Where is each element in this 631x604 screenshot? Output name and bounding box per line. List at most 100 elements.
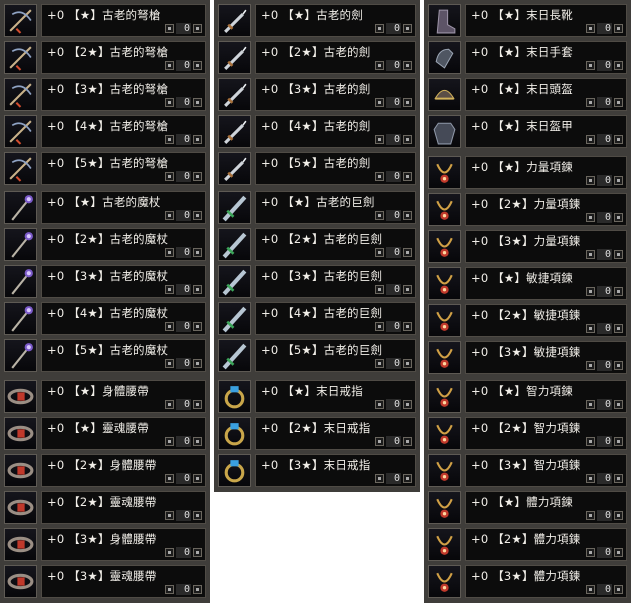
decrement-button[interactable] bbox=[586, 176, 595, 185]
decrement-button[interactable] bbox=[586, 548, 595, 557]
crossbow-icon[interactable] bbox=[4, 4, 37, 37]
armor-icon[interactable] bbox=[428, 115, 461, 148]
quantity-stepper[interactable]: 0 bbox=[375, 473, 412, 484]
increment-button[interactable] bbox=[403, 211, 412, 220]
sword-icon[interactable] bbox=[218, 115, 251, 148]
quantity-stepper[interactable]: 0 bbox=[586, 23, 623, 34]
decrement-button[interactable] bbox=[165, 285, 174, 294]
item-slot[interactable]: +0 【★】智力項鍊 0 bbox=[424, 378, 631, 415]
increment-button[interactable] bbox=[193, 437, 202, 446]
decrement-button[interactable] bbox=[586, 61, 595, 70]
decrement-button[interactable] bbox=[586, 511, 595, 520]
item-slot[interactable]: +0 【3★】古老的劍 0 bbox=[214, 76, 420, 113]
ring-icon[interactable] bbox=[218, 380, 251, 413]
decrement-button[interactable] bbox=[586, 437, 595, 446]
decrement-button[interactable] bbox=[375, 359, 384, 368]
increment-button[interactable] bbox=[193, 285, 202, 294]
item-slot[interactable]: +0 【3★】末日戒指 0 bbox=[214, 452, 420, 489]
increment-button[interactable] bbox=[403, 437, 412, 446]
helmet-icon[interactable] bbox=[428, 78, 461, 111]
quantity-stepper[interactable]: 0 bbox=[586, 60, 623, 71]
decrement-button[interactable] bbox=[375, 322, 384, 331]
item-slot[interactable]: +0 【3★】靈魂腰帶 0 bbox=[0, 563, 210, 600]
increment-button[interactable] bbox=[403, 248, 412, 257]
item-slot[interactable]: +0 【★】力量項鍊 0 bbox=[424, 154, 631, 191]
increment-button[interactable] bbox=[403, 474, 412, 483]
necklace-icon[interactable] bbox=[428, 417, 461, 450]
decrement-button[interactable] bbox=[375, 24, 384, 33]
item-slot[interactable]: +0 【2★】體力項鍊 0 bbox=[424, 526, 631, 563]
quantity-stepper[interactable]: 0 bbox=[165, 210, 202, 221]
decrement-button[interactable] bbox=[586, 24, 595, 33]
decrement-button[interactable] bbox=[165, 511, 174, 520]
decrement-button[interactable] bbox=[586, 324, 595, 333]
item-slot[interactable]: +0 【3★】敏捷項鍊 0 bbox=[424, 339, 631, 376]
wand-icon[interactable] bbox=[4, 228, 37, 261]
necklace-icon[interactable] bbox=[428, 491, 461, 524]
necklace-icon[interactable] bbox=[428, 193, 461, 226]
item-slot[interactable]: +0 【3★】力量項鍊 0 bbox=[424, 228, 631, 265]
quantity-stepper[interactable]: 0 bbox=[375, 134, 412, 145]
item-slot[interactable]: +0 【3★】古老的弩槍 0 bbox=[0, 76, 210, 113]
quantity-stepper[interactable]: 0 bbox=[586, 436, 623, 447]
wand-icon[interactable] bbox=[4, 191, 37, 224]
item-slot[interactable]: +0 【★】體力項鍊 0 bbox=[424, 489, 631, 526]
increment-button[interactable] bbox=[614, 361, 623, 370]
item-slot[interactable]: +0 【★】末日盔甲 0 bbox=[424, 113, 631, 150]
quantity-stepper[interactable]: 0 bbox=[586, 249, 623, 260]
quantity-stepper[interactable]: 0 bbox=[165, 436, 202, 447]
belt-icon[interactable] bbox=[4, 491, 37, 524]
decrement-button[interactable] bbox=[375, 437, 384, 446]
increment-button[interactable] bbox=[614, 176, 623, 185]
decrement-button[interactable] bbox=[375, 172, 384, 181]
item-slot[interactable]: +0 【★】古老的弩槍 0 bbox=[0, 2, 210, 39]
decrement-button[interactable] bbox=[375, 61, 384, 70]
item-slot[interactable]: +0 【3★】身體腰帶 0 bbox=[0, 526, 210, 563]
increment-button[interactable] bbox=[193, 98, 202, 107]
decrement-button[interactable] bbox=[165, 585, 174, 594]
item-slot[interactable]: +0 【★】末日戒指 0 bbox=[214, 378, 420, 415]
quantity-stepper[interactable]: 0 bbox=[586, 360, 623, 371]
item-slot[interactable]: +0 【2★】敏捷項鍊 0 bbox=[424, 302, 631, 339]
increment-button[interactable] bbox=[614, 511, 623, 520]
quantity-stepper[interactable]: 0 bbox=[375, 60, 412, 71]
quantity-stepper[interactable]: 0 bbox=[165, 321, 202, 332]
increment-button[interactable] bbox=[193, 211, 202, 220]
decrement-button[interactable] bbox=[586, 287, 595, 296]
wand-icon[interactable] bbox=[4, 302, 37, 335]
increment-button[interactable] bbox=[403, 24, 412, 33]
quantity-stepper[interactable]: 0 bbox=[375, 399, 412, 410]
quantity-stepper[interactable]: 0 bbox=[586, 286, 623, 297]
gloves-icon[interactable] bbox=[428, 41, 461, 74]
necklace-icon[interactable] bbox=[428, 267, 461, 300]
decrement-button[interactable] bbox=[586, 213, 595, 222]
sword-icon[interactable] bbox=[218, 78, 251, 111]
increment-button[interactable] bbox=[403, 285, 412, 294]
quantity-stepper[interactable]: 0 bbox=[375, 284, 412, 295]
increment-button[interactable] bbox=[193, 172, 202, 181]
item-slot[interactable]: +0 【★】古老的魔杖 0 bbox=[0, 189, 210, 226]
quantity-stepper[interactable]: 0 bbox=[165, 399, 202, 410]
item-slot[interactable]: +0 【★】末日手套 0 bbox=[424, 39, 631, 76]
belt-icon[interactable] bbox=[4, 380, 37, 413]
wand-icon[interactable] bbox=[4, 339, 37, 372]
increment-button[interactable] bbox=[193, 322, 202, 331]
decrement-button[interactable] bbox=[375, 248, 384, 257]
ring-icon[interactable] bbox=[218, 454, 251, 487]
quantity-stepper[interactable]: 0 bbox=[165, 247, 202, 258]
increment-button[interactable] bbox=[614, 548, 623, 557]
item-slot[interactable]: +0 【2★】智力項鍊 0 bbox=[424, 415, 631, 452]
item-slot[interactable]: +0 【5★】古老的弩槍 0 bbox=[0, 150, 210, 187]
item-slot[interactable]: +0 【4★】古老的巨劍 0 bbox=[214, 300, 420, 337]
decrement-button[interactable] bbox=[165, 98, 174, 107]
decrement-button[interactable] bbox=[375, 474, 384, 483]
increment-button[interactable] bbox=[614, 213, 623, 222]
increment-button[interactable] bbox=[193, 585, 202, 594]
decrement-button[interactable] bbox=[165, 172, 174, 181]
increment-button[interactable] bbox=[193, 511, 202, 520]
quantity-stepper[interactable]: 0 bbox=[586, 97, 623, 108]
item-slot[interactable]: +0 【5★】古老的魔杖 0 bbox=[0, 337, 210, 374]
decrement-button[interactable] bbox=[165, 211, 174, 220]
decrement-button[interactable] bbox=[165, 135, 174, 144]
necklace-icon[interactable] bbox=[428, 304, 461, 337]
